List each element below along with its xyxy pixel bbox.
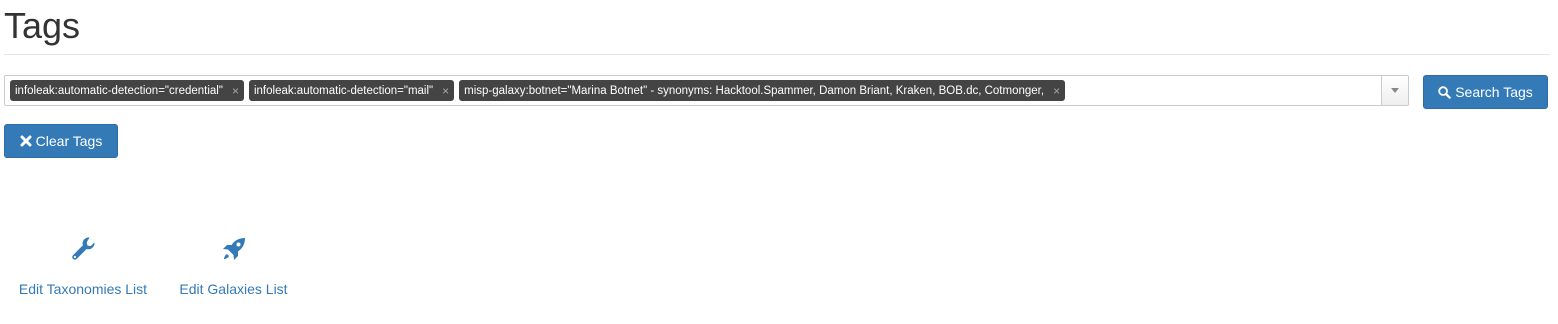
wrench-icon	[14, 234, 152, 267]
edit-taxonomies-link[interactable]: Edit Taxonomies List	[14, 234, 152, 297]
title-divider	[4, 54, 1550, 55]
tag-chip: misp-galaxy:botnet="Marina Botnet" - syn…	[459, 80, 1066, 101]
search-icon	[1438, 85, 1452, 99]
tag-chip-label: infoleak:automatic-detection="mail"	[253, 84, 434, 97]
tag-select-input[interactable]: infoleak:automatic-detection="credential…	[4, 75, 1409, 106]
tag-chip-label: infoleak:automatic-detection="credential…	[15, 84, 223, 97]
selected-tags-list: infoleak:automatic-detection="credential…	[10, 80, 1066, 101]
tag-chip: infoleak:automatic-detection="credential…	[10, 80, 244, 101]
tag-remove-icon[interactable]: ×	[232, 84, 239, 98]
search-tags-label: Search Tags	[1455, 84, 1533, 100]
page-title: Tags	[4, 5, 81, 46]
caret-down-icon	[1391, 88, 1399, 93]
close-icon	[20, 135, 32, 147]
edit-taxonomies-label: Edit Taxonomies List	[18, 281, 148, 297]
edit-galaxies-label: Edit Galaxies List	[179, 281, 288, 297]
tag-chip-label: misp-galaxy:botnet="Marina Botnet" - syn…	[464, 84, 1045, 97]
dropdown-toggle-button[interactable]	[1381, 76, 1408, 105]
tag-chip: infoleak:automatic-detection="mail" ×	[248, 80, 455, 101]
rocket-icon	[175, 234, 292, 267]
clear-tags-button[interactable]: Clear Tags	[4, 124, 118, 158]
tag-remove-icon[interactable]: ×	[1053, 84, 1060, 98]
edit-galaxies-link[interactable]: Edit Galaxies List	[175, 234, 292, 297]
clear-tags-label: Clear Tags	[35, 133, 103, 149]
search-tags-button[interactable]: Search Tags	[1423, 75, 1548, 109]
tag-remove-icon[interactable]: ×	[442, 84, 449, 98]
